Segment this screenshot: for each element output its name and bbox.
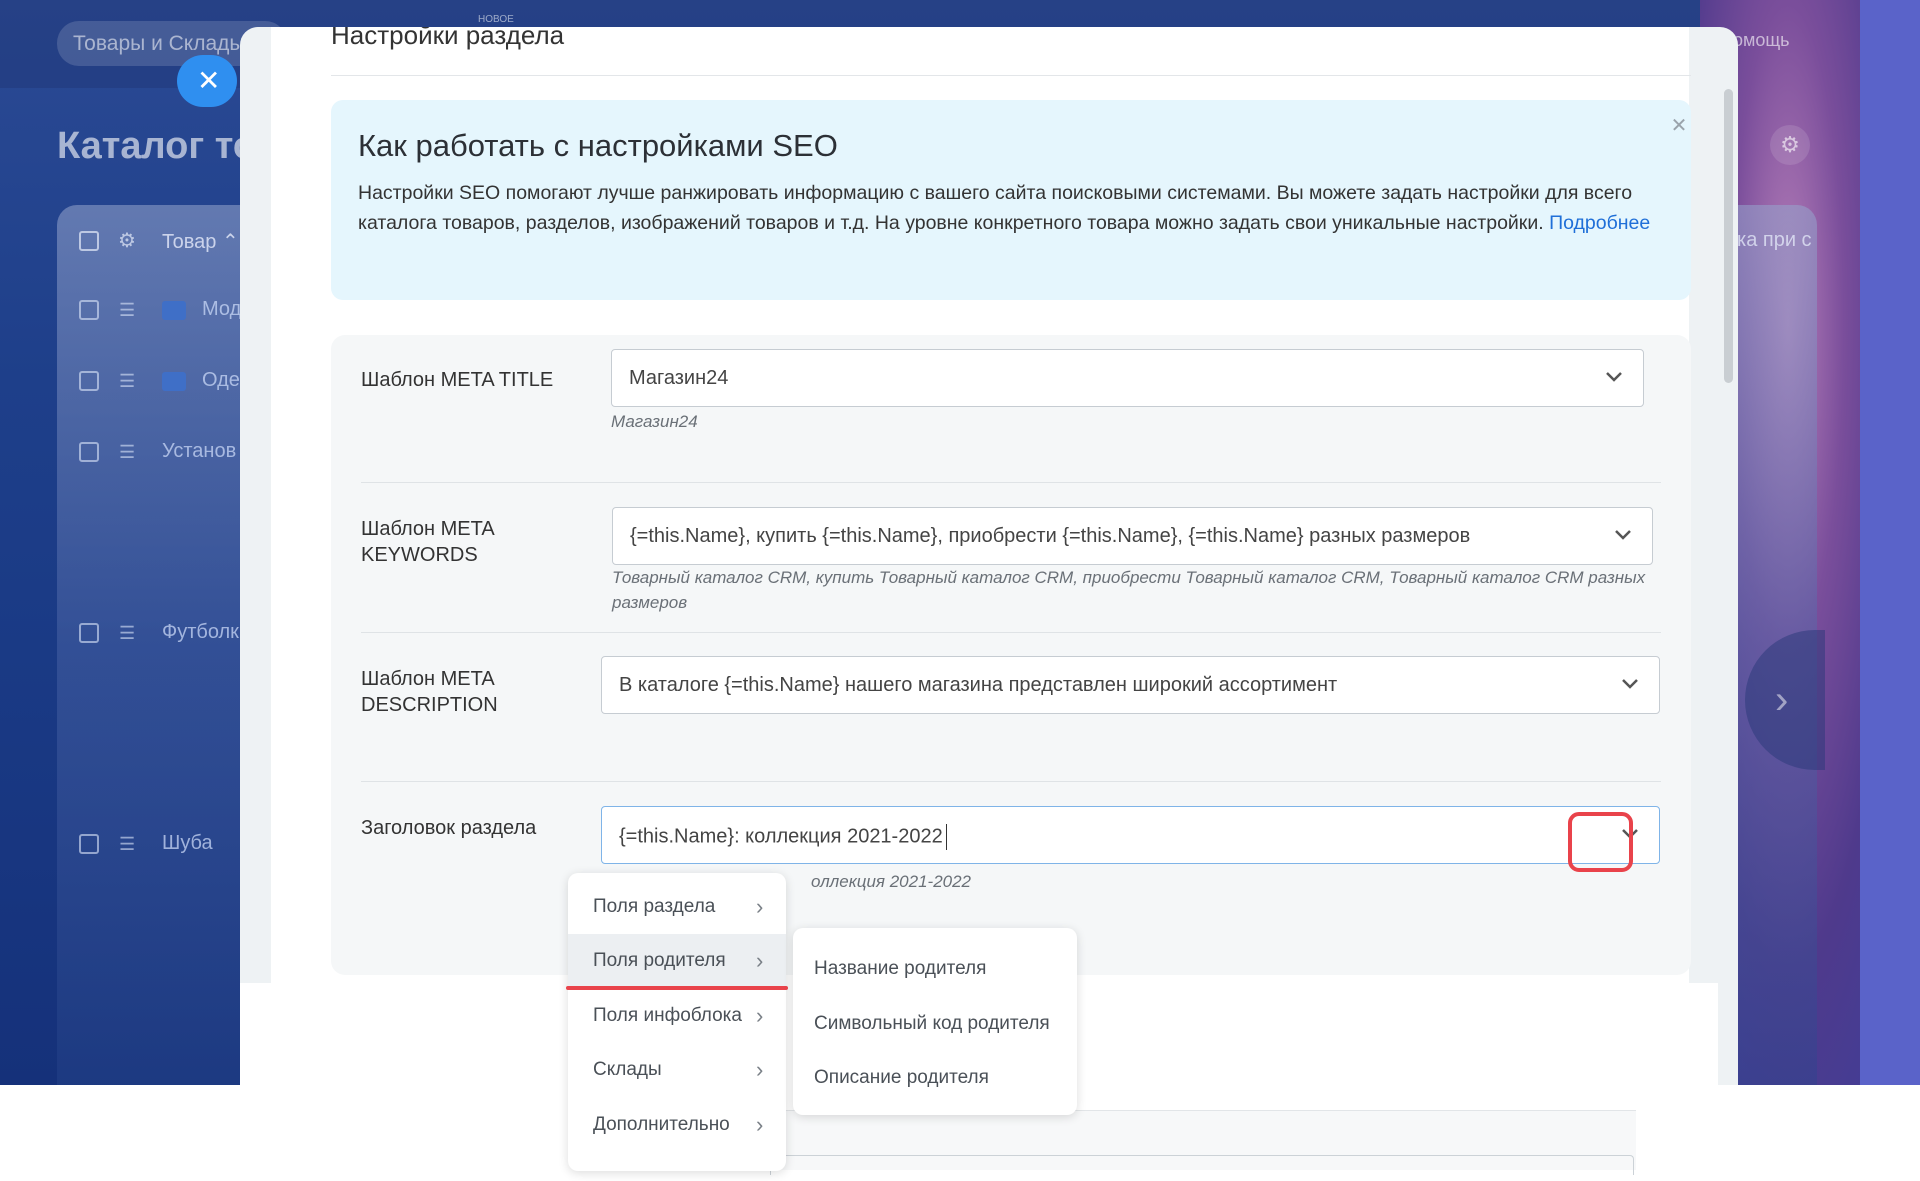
selected-item-underline [566, 986, 788, 990]
row-checkbox[interactable] [79, 300, 99, 320]
folder-icon [162, 372, 186, 391]
drag-handle-icon[interactable]: ☰ [119, 623, 135, 644]
info-text: Настройки SEO помогают лучше ранжировать… [358, 182, 1651, 234]
meta-keywords-value: {=this.Name}, купить {=this.Name}, приоб… [630, 525, 1471, 547]
menu-item-infoblock-fields[interactable]: Поля инфоблока › [568, 989, 786, 1043]
submenu-parent-description[interactable]: Описание родителя [814, 1067, 989, 1089]
chevron-right-icon: › [756, 1003, 764, 1028]
dropdown-button-highlight [1568, 812, 1633, 872]
section-settings-modal: Настройки раздела ✕ Как работать с настр… [240, 27, 1738, 1085]
submenu-parent-name[interactable]: Название родителя [814, 958, 986, 980]
chevron-right-icon: › [756, 1112, 764, 1137]
meta-title-value: Магазин24 [629, 367, 729, 389]
meta-description-value: В каталоге {=this.Name} нашего магазина … [619, 674, 1338, 696]
section-heading-hint: оллекция 2021-2022 [811, 872, 972, 891]
info-close-icon[interactable]: ✕ [1669, 116, 1689, 136]
insert-field-menu: Поля раздела › Поля родителя › Поля инфобл… [568, 873, 786, 1171]
meta-keywords-hint: Товарный каталог CRM, купить Товарный ка… [612, 568, 1646, 612]
background-right-strip [1860, 0, 1920, 1085]
modal-sheet: Настройки раздела ✕ Как работать с настр… [271, 27, 1691, 1085]
row-checkbox[interactable] [79, 834, 99, 854]
next-field[interactable] [770, 1155, 1634, 1175]
drag-handle-icon[interactable]: ☰ [119, 371, 135, 392]
row-label[interactable]: Шуба [162, 832, 213, 855]
meta-keywords-label: Шаблон META KEYWORDS [361, 518, 494, 566]
row-label[interactable]: Футболк [162, 621, 239, 644]
scrollbar[interactable] [1724, 89, 1733, 383]
folder-icon [162, 301, 186, 320]
chevron-down-icon[interactable] [1617, 671, 1643, 697]
text-caret [945, 824, 947, 850]
row-label[interactable]: Оде [202, 369, 240, 392]
row-divider [361, 632, 1661, 633]
settings-gear-icon[interactable]: ⚙ [1770, 125, 1810, 165]
chevron-down-icon[interactable] [1610, 522, 1636, 548]
section-heading-label: Заголовок раздела [361, 817, 537, 839]
page-title: Каталог то [57, 125, 257, 167]
meta-description-select[interactable]: В каталоге {=this.Name} нашего магазина … [601, 656, 1660, 714]
column-header-product[interactable]: Товар ⌃ [162, 229, 239, 254]
title-divider [331, 75, 1691, 76]
section-heading-value[interactable]: {=this.Name}: коллекция 2021-2022 [619, 824, 947, 850]
menu-item-warehouses[interactable]: Склады › [568, 1043, 786, 1097]
meta-keywords-select[interactable]: {=this.Name}, купить {=this.Name}, приоб… [612, 507, 1653, 565]
menu-item-additional[interactable]: Дополнительно › [568, 1098, 786, 1152]
drag-handle-icon[interactable]: ☰ [119, 300, 135, 321]
menu-item-parent-fields[interactable]: Поля родителя › [568, 934, 786, 988]
seo-form: Шаблон META TITLE Магазин24 Магазин24 Ша… [331, 335, 1691, 975]
seo-info-box: ✕ Как работать с настройками SEO Настрой… [331, 100, 1691, 300]
row-divider [361, 482, 1661, 483]
meta-title-select[interactable]: Магазин24 [611, 349, 1644, 407]
chevron-down-icon[interactable] [1601, 364, 1627, 390]
column-header-right: ка при с [1737, 229, 1812, 251]
drag-handle-icon[interactable]: ☰ [119, 834, 135, 855]
section-heading-input[interactable]: {=this.Name}: коллекция 2021-2022 [601, 806, 1660, 864]
column-settings-icon[interactable]: ⚙ [118, 228, 136, 253]
chevron-right-icon: › [756, 948, 764, 973]
chevron-right-icon: › [756, 1057, 764, 1082]
meta-title-hint: Магазин24 [611, 412, 698, 431]
row-checkbox[interactable] [79, 623, 99, 643]
modal-title: Настройки раздела [331, 27, 565, 50]
parent-fields-submenu: Название родителя Символьный код родител… [793, 928, 1077, 1115]
row-checkbox[interactable] [79, 371, 99, 391]
close-slider-button[interactable]: ✕ [177, 55, 237, 107]
row-divider [361, 781, 1661, 782]
info-title: Как работать с настройками SEO [358, 128, 838, 163]
drag-handle-icon[interactable]: ☰ [119, 442, 135, 463]
meta-description-label: Шаблон META DESCRIPTION [361, 668, 498, 716]
row-label[interactable]: Мод [202, 298, 241, 321]
more-link[interactable]: Подробнее [1549, 212, 1650, 234]
submenu-parent-code[interactable]: Символьный код родителя [814, 1013, 1050, 1035]
select-all-checkbox[interactable] [79, 231, 99, 251]
new-badge: НОВОЕ [478, 14, 514, 25]
chevron-right-icon: › [756, 894, 764, 919]
menu-item-section-fields[interactable]: Поля раздела › [568, 880, 786, 934]
row-checkbox[interactable] [79, 442, 99, 462]
row-label[interactable]: Установ [162, 440, 236, 463]
meta-title-label: Шаблон META TITLE [361, 369, 554, 391]
